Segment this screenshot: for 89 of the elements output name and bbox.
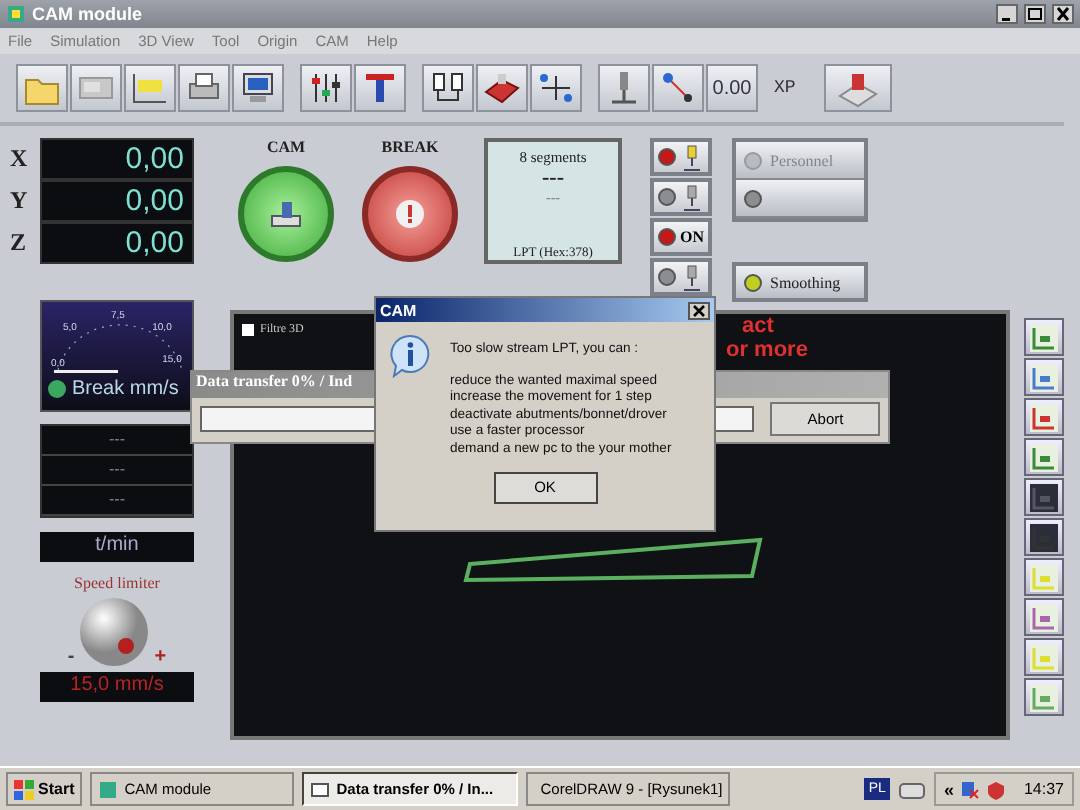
maximize-icon [1026,6,1044,22]
segments-value: --- [542,166,564,190]
start-button[interactable] [238,166,334,262]
coordinate-display: 0,00 [40,180,194,222]
graph-icon [1030,323,1058,351]
clock: 14:37 [1023,780,1064,798]
app-icon [6,4,26,24]
graph-icon [1030,643,1058,671]
machine-icon [835,68,880,108]
graph-icon [1030,443,1058,471]
shield-icon[interactable] [985,779,1006,799]
close-button[interactable] [688,301,710,319]
view-button[interactable] [1024,478,1064,516]
status-led [744,151,762,169]
indicator-button[interactable]: ON [650,218,712,256]
window-icon [310,779,331,799]
speed-display: 15,0 mm/s [40,672,194,702]
indicator-button[interactable] [650,258,712,296]
stop-button[interactable] [362,166,458,262]
status-led [744,189,762,207]
coordinate-display: 0,00 [40,138,194,180]
minimize-button[interactable] [996,4,1018,24]
graph-icon [1030,483,1058,511]
button-label: BREAK [381,138,439,156]
start-button[interactable]: Start [6,772,83,806]
expand-button[interactable]: « [943,779,954,799]
sliders-icon [306,68,346,108]
view-button[interactable] [1024,518,1064,556]
speed-knob[interactable] [78,596,151,668]
option-button[interactable] [736,180,864,218]
alert-icon [394,198,426,230]
axis-label: Y [10,186,30,216]
app-icon [98,779,119,799]
toolbar-button[interactable] [354,64,406,112]
toolbar-button[interactable] [530,64,582,112]
rpm-display: t/min [40,532,194,562]
warning-text: or more [726,338,808,362]
close-button[interactable] [1052,4,1074,24]
graph-icon [1030,683,1058,711]
indicator-button[interactable] [650,178,712,216]
graph-icon [1030,403,1058,431]
probe-icon [680,143,704,171]
chart-icon [130,68,170,108]
toolbar-label: XP [774,78,796,98]
graph-icon [1030,563,1058,591]
toolbar-button[interactable]: 0.00 [706,64,758,112]
maximize-button[interactable] [1024,4,1046,24]
minus-label: - [67,646,75,668]
info-icon [390,334,430,378]
gauge-label: Break mm/s [72,378,179,400]
toolbar-button[interactable] [124,64,176,112]
graph-icon [1030,523,1058,551]
toolbar-button[interactable] [300,64,352,112]
dialog-title: CAM [380,301,417,319]
readout: --- [42,456,192,486]
toolbar-button[interactable] [476,64,528,112]
smoothing-button[interactable]: Smoothing [732,262,868,302]
origin-icon [658,68,698,108]
toolbar-button[interactable] [232,64,284,112]
close-icon [1054,6,1072,22]
graph-icon [1030,363,1058,391]
axis-label: Z [10,228,29,258]
keyboard-icon[interactable] [897,779,926,799]
probe-icon [680,183,704,211]
graph-icon [1030,603,1058,631]
window-title: CAM module [32,4,144,24]
speed-limiter-label: Speed limiter [72,574,162,592]
axis-label: X [10,144,30,174]
network-icon[interactable] [959,779,980,799]
machine-icon [482,68,522,108]
windows-icon [14,779,34,799]
toolbar-button[interactable] [598,64,650,112]
indicator-button[interactable] [650,138,712,176]
button-label: CAM [266,138,306,156]
monitor-icon [238,68,278,108]
coordinate-display: 0,00 [40,222,194,264]
warning-text: act [740,314,776,338]
toolbar-button[interactable] [178,64,230,112]
tool-icon [360,68,400,108]
close-icon [692,303,706,317]
toolbar-button[interactable] [422,64,474,112]
plus-label: + [154,646,167,668]
toolbar-button[interactable] [652,64,704,112]
machine-icon [268,198,304,230]
readout: --- [42,486,192,516]
checkbox[interactable] [242,324,254,336]
probe-icon [680,263,704,291]
axes-icon [536,68,576,108]
gauge-needle [54,370,118,373]
